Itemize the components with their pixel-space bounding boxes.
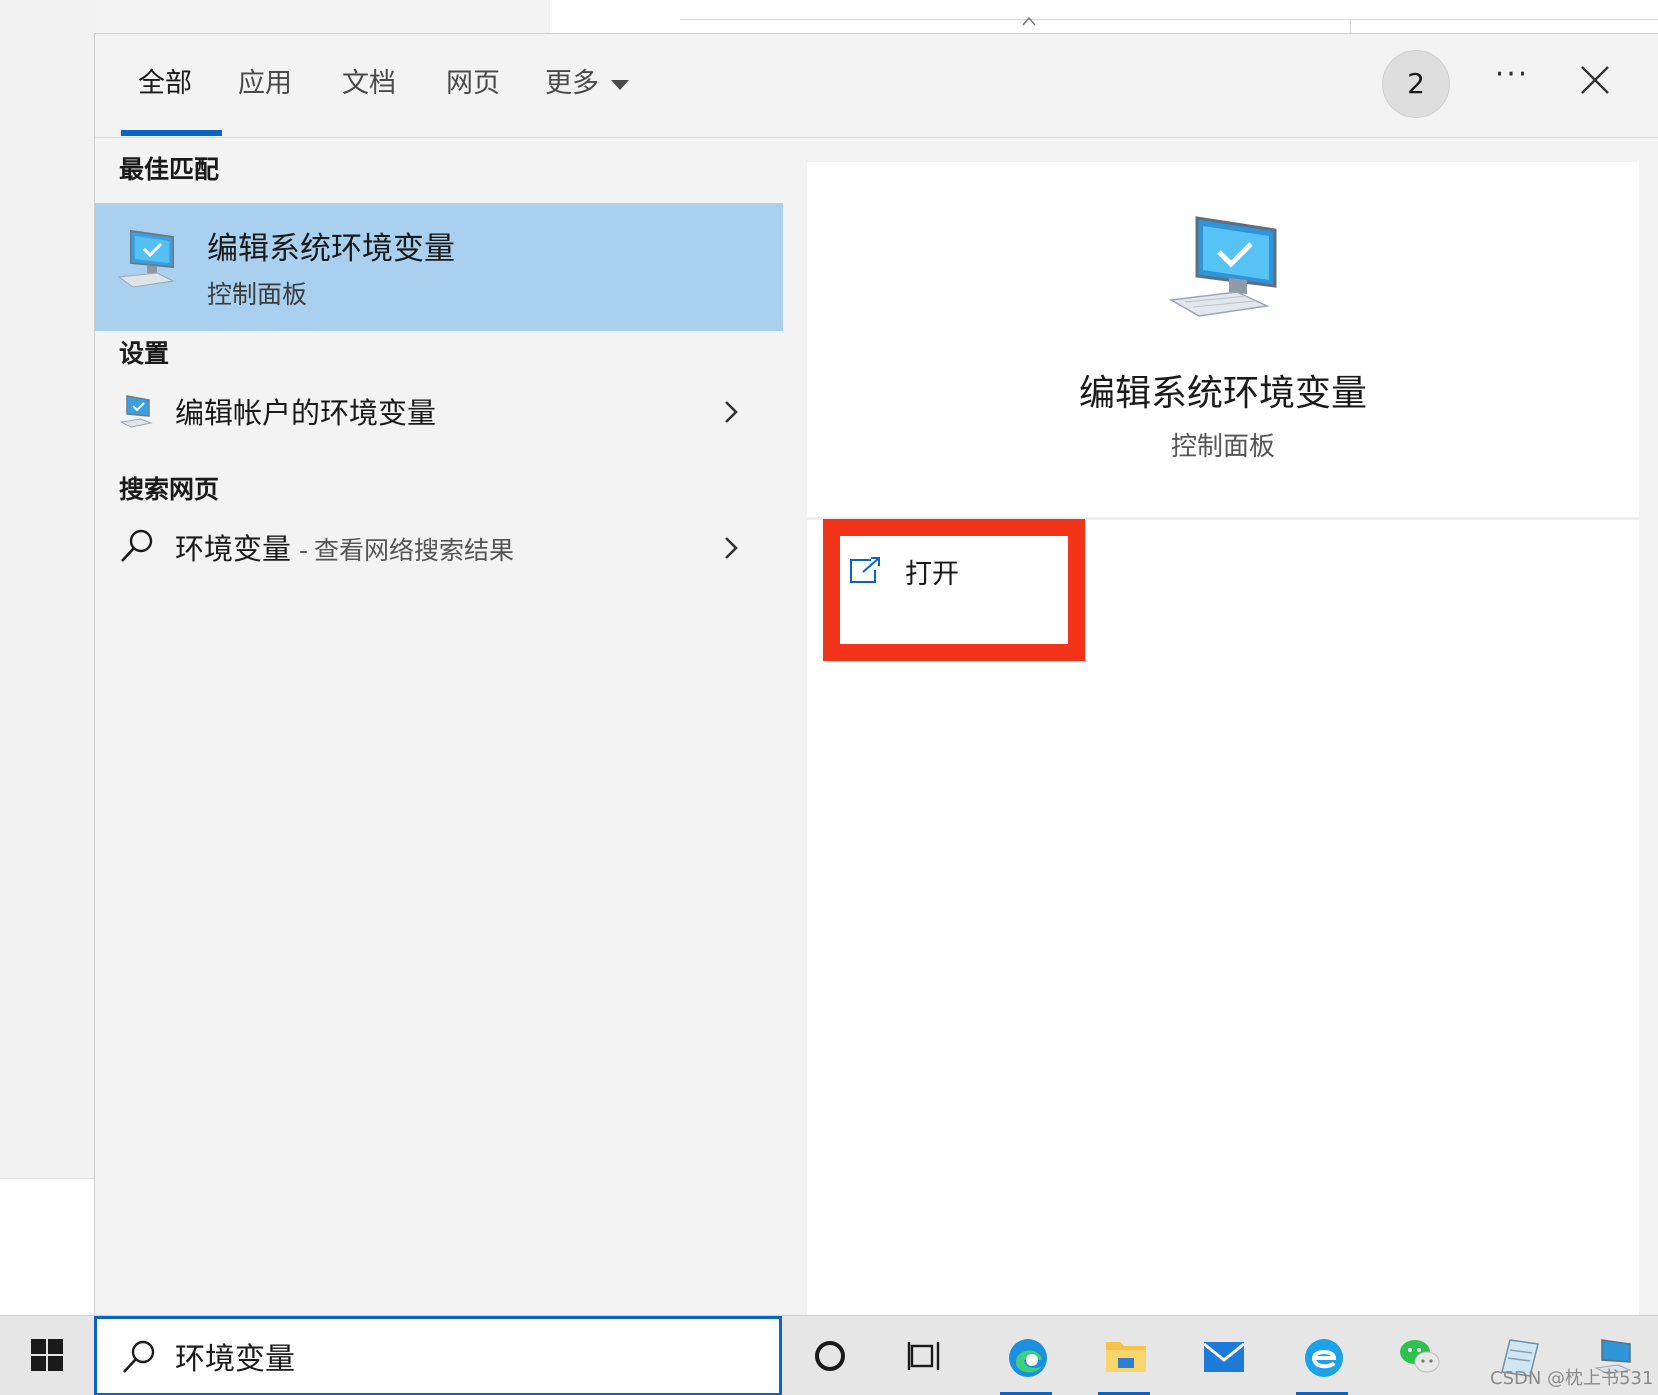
taskbar-app-ie[interactable] xyxy=(1290,1326,1354,1395)
computer-monitor-icon xyxy=(117,229,175,288)
wechat-icon xyxy=(1400,1340,1440,1373)
best-match-title: 编辑系统环境变量 xyxy=(207,231,455,267)
search-icon xyxy=(123,1340,155,1373)
taskbar-app-edge[interactable] xyxy=(994,1326,1058,1395)
web-search-query: 环境变量 xyxy=(175,532,292,566)
edge-browser-icon xyxy=(1009,1339,1047,1377)
internet-explorer-icon xyxy=(1305,1339,1343,1377)
best-match-subtitle: 控制面板 xyxy=(207,280,308,309)
taskbar-search-box[interactable] xyxy=(94,1316,782,1395)
cortana-circle-icon xyxy=(815,1341,845,1371)
background-separator xyxy=(1350,19,1351,34)
background-divider xyxy=(680,19,1658,20)
chevron-right-icon xyxy=(725,401,738,423)
section-web-search: 搜索网页 xyxy=(119,475,220,504)
tab-apps[interactable]: 应用 xyxy=(235,64,295,104)
taskbar-app-wechat[interactable] xyxy=(1386,1326,1450,1386)
detail-subtitle: 控制面板 xyxy=(1170,432,1275,462)
tab-web[interactable]: 网页 xyxy=(443,64,503,104)
tab-documents[interactable]: 文档 xyxy=(339,64,399,104)
search-flyout: 全部 应用 文档 网页 更多 2 ··· 最佳匹配 编辑系统环境变量 控制面板 … xyxy=(94,33,1658,1316)
web-search-item[interactable]: 环境变量 - 查看网络搜索结果 xyxy=(95,516,783,580)
tab-more[interactable]: 更多 xyxy=(545,64,645,104)
mail-icon xyxy=(1203,1342,1245,1372)
rewards-badge[interactable]: 2 xyxy=(1382,50,1450,118)
watermark: CSDN @枕上书531 xyxy=(1490,1368,1654,1389)
chevron-up-icon xyxy=(1022,16,1036,26)
section-best-match: 最佳匹配 xyxy=(119,155,220,184)
chevron-right-icon xyxy=(725,537,738,559)
background-window xyxy=(0,0,95,1178)
filter-tabs: 全部 应用 文档 网页 更多 2 ··· xyxy=(95,34,1658,138)
tab-all[interactable]: 全部 xyxy=(135,64,195,104)
search-icon xyxy=(121,529,153,562)
detail-header: 编辑系统环境变量 控制面板 xyxy=(807,162,1639,517)
windows-start-icon[interactable] xyxy=(30,1338,64,1372)
more-options-button[interactable]: ··· xyxy=(1487,60,1537,100)
settings-item-label: 编辑帐户的环境变量 xyxy=(175,396,437,430)
close-icon[interactable] xyxy=(1579,64,1611,96)
active-tab-indicator xyxy=(121,130,222,136)
taskbar-app-file-explorer[interactable] xyxy=(1092,1326,1156,1395)
background-window-lower xyxy=(0,1178,95,1315)
best-match-item[interactable]: 编辑系统环境变量 控制面板 xyxy=(95,203,783,331)
caret-down-icon xyxy=(611,79,629,90)
computer-monitor-icon xyxy=(119,395,153,428)
task-view-button[interactable] xyxy=(894,1326,958,1386)
task-view-icon xyxy=(907,1342,940,1370)
detail-pane: 编辑系统环境变量 控制面板 打开 xyxy=(807,162,1639,1316)
cortana-button[interactable] xyxy=(798,1326,862,1386)
folder-icon xyxy=(1106,1342,1146,1372)
search-input[interactable] xyxy=(175,1331,755,1381)
section-settings: 设置 xyxy=(119,339,170,368)
web-search-hint: 查看网络搜索结果 xyxy=(314,536,515,565)
computer-monitor-icon xyxy=(1168,216,1277,317)
annotation-highlight-box xyxy=(823,519,1085,661)
taskbar-app-mail[interactable] xyxy=(1190,1326,1254,1386)
detail-title: 编辑系统环境变量 xyxy=(1078,373,1367,414)
background-window-top xyxy=(550,0,1658,34)
web-search-dash: - xyxy=(299,536,309,565)
taskbar: CSDN @枕上书531 xyxy=(0,1315,1658,1395)
settings-item-edit-account-env[interactable]: 编辑帐户的环境变量 xyxy=(95,380,783,444)
